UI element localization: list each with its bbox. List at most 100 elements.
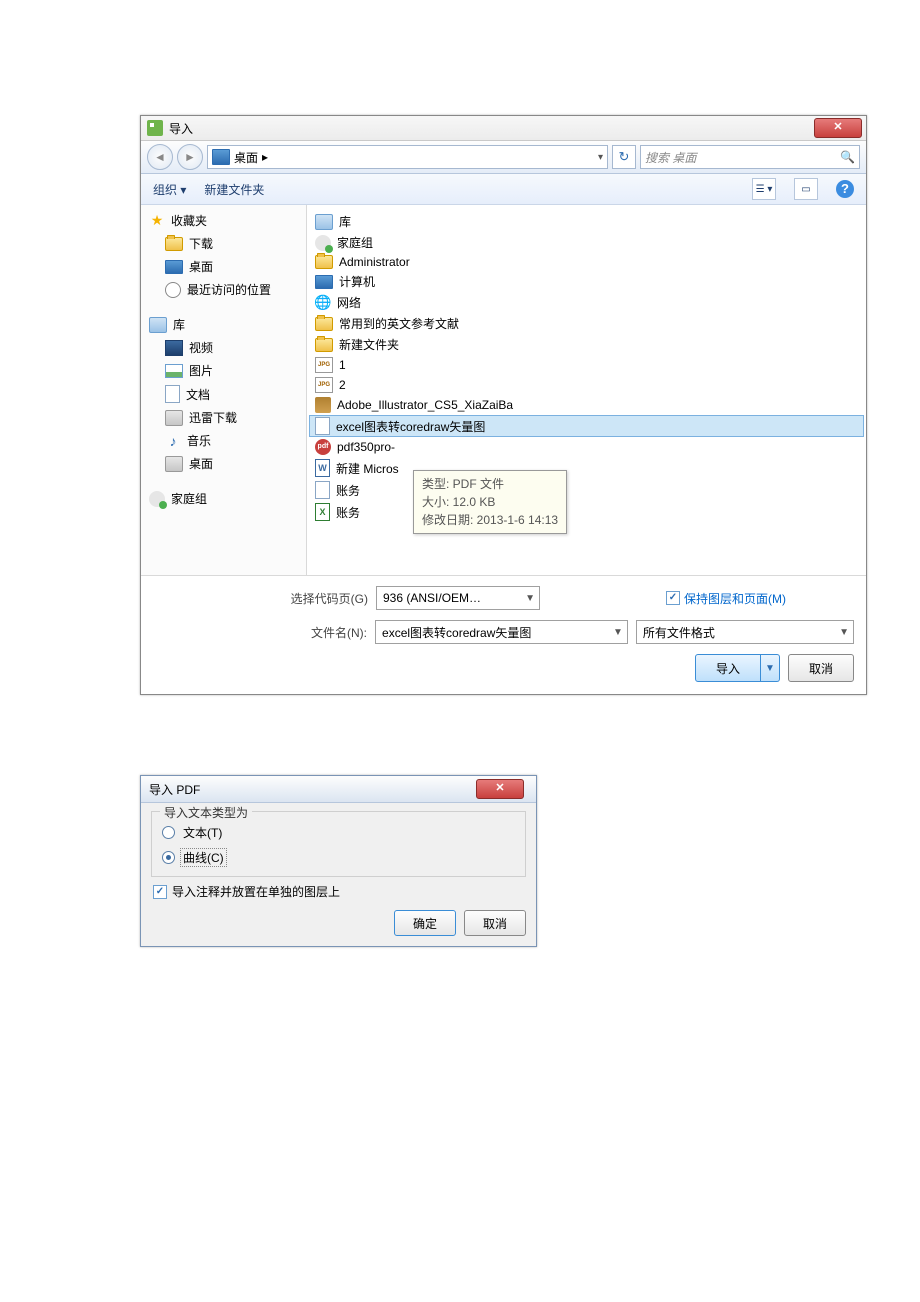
sidebar-item-downloads[interactable]: 下载 [141,232,306,255]
jpg-icon: JPG [315,377,333,393]
homegroup-icon [315,235,331,251]
app-icon [315,397,331,413]
chevron-down-icon: ▼ [613,627,623,638]
list-item[interactable]: W新建 Micros [309,457,864,479]
music-icon: ♪ [165,433,181,449]
sidebar-item-videos[interactable]: 视频 [141,336,306,359]
clock-icon [165,282,181,298]
breadcrumb[interactable]: 桌面 ▸ ▾ [207,145,608,169]
word-icon: W [315,459,330,477]
codepage-combo[interactable]: 936 (ANSI/OEM…▼ [376,586,540,610]
list-item[interactable]: 新建文件夹 [309,334,864,355]
list-item[interactable]: 库 [309,211,864,232]
titlebar[interactable]: 导入 PDF ✕ [141,776,536,803]
dialog-footer: 选择代码页(G) 936 (ANSI/OEM…▼ ✓保持图层和页面(M) 文件名… [141,575,866,694]
star-icon: ★ [149,213,165,229]
filter-combo[interactable]: 所有文件格式▼ [636,620,854,644]
nav-sidebar[interactable]: ★收藏夹 下载 桌面 最近访问的位置 库 视频 图片 文档 迅雷下载 ♪音乐 桌… [141,205,307,575]
pdf-icon [315,417,330,435]
image-icon [165,364,183,378]
sidebar-libraries[interactable]: 库 [141,313,306,336]
list-item[interactable]: pdfpdf350pro- [309,437,864,457]
location-icon [212,149,230,165]
dialog-title: 导入 PDF [149,781,476,798]
import-annotations-checkbox[interactable]: ✓ 导入注释并放置在单独的图层上 [153,883,524,900]
file-list[interactable]: 库 家庭组 Administrator 计算机 🌐网络 常用到的英文参考文献 新… [307,205,866,575]
disk-icon [165,456,183,472]
folder-icon [165,237,183,251]
import-pdf-dialog: 导入 PDF ✕ 导入文本类型为 文本(T) 曲线(C) ✓ 导入注释并放置在单… [140,775,537,947]
sidebar-item-pictures[interactable]: 图片 [141,359,306,382]
chevron-down-icon: ▼ [839,627,849,638]
titlebar[interactable]: 导入 ✕ [141,116,866,141]
close-button[interactable]: ✕ [476,779,524,799]
import-dialog: 导入 ✕ ◄ ► 桌面 ▸ ▾ ↻ 搜索 桌面 🔍 组织 ▾ 新建文件夹 ☰ ▾… [140,115,867,695]
filename-input[interactable]: excel图表转coredraw矢量图▼ [375,620,628,644]
keep-layers-checkbox[interactable]: ✓保持图层和页面(M) [666,590,786,607]
sidebar-favorites[interactable]: ★收藏夹 [141,209,306,232]
chevron-down-icon: ▼ [525,593,535,604]
list-item[interactable]: X账务 [309,501,864,523]
tooltip: 类型: PDF 文件 大小: 12.0 KB 修改日期: 2013-1-6 14… [413,470,567,534]
list-item-selected[interactable]: excel图表转coredraw矢量图 [309,415,864,437]
libraries-icon [315,214,333,230]
ok-button[interactable]: 确定 [394,910,456,936]
disk-icon [165,410,183,426]
dialog-title: 导入 [169,120,814,137]
toolbar: 组织 ▾ 新建文件夹 ☰ ▾ ▭ ? [141,174,866,205]
libraries-icon [149,317,167,333]
back-button[interactable]: ◄ [147,144,173,170]
search-icon: 🔍 [840,150,855,164]
sidebar-homegroup[interactable]: 家庭组 [141,487,306,510]
video-icon [165,340,183,356]
import-dropdown[interactable]: ▼ [761,654,780,682]
list-item[interactable]: Adobe_Illustrator_CS5_XiaZaiBa [309,395,864,415]
list-item[interactable]: JPG2 [309,375,864,395]
excel-icon: X [315,503,330,521]
import-button[interactable]: 导入 [695,654,761,682]
folder-icon [315,317,333,331]
radio-curve[interactable]: 曲线(C) [162,845,515,870]
app-icon [147,120,163,136]
preview-pane-button[interactable]: ▭ [794,178,818,200]
help-button[interactable]: ? [836,180,854,198]
jpg-icon: JPG [315,357,333,373]
sidebar-item-desktop2[interactable]: 桌面 [141,452,306,475]
list-item[interactable]: 家庭组 [309,232,864,253]
views-button[interactable]: ☰ ▾ [752,178,776,200]
list-item[interactable]: 计算机 [309,271,864,292]
sidebar-item-desktop[interactable]: 桌面 [141,255,306,278]
radio-icon [162,851,175,864]
new-folder-button[interactable]: 新建文件夹 [204,181,264,198]
codepage-label: 选择代码页(G) [153,590,368,607]
monitor-icon [165,260,183,274]
import-split-button[interactable]: 导入 ▼ [695,654,780,682]
sidebar-item-music[interactable]: ♪音乐 [141,429,306,452]
sidebar-item-recent[interactable]: 最近访问的位置 [141,278,306,301]
filename-label: 文件名(N): [153,624,367,641]
address-bar: ◄ ► 桌面 ▸ ▾ ↻ 搜索 桌面 🔍 [141,141,866,174]
forward-button[interactable]: ► [177,144,203,170]
radio-text[interactable]: 文本(T) [162,820,515,845]
radio-icon [162,826,175,839]
network-icon: 🌐 [315,295,331,311]
sidebar-item-xunlei[interactable]: 迅雷下载 [141,406,306,429]
sidebar-item-documents[interactable]: 文档 [141,382,306,406]
cancel-button[interactable]: 取消 [788,654,854,682]
cancel-button[interactable]: 取消 [464,910,526,936]
list-item[interactable]: 常用到的英文参考文献 [309,313,864,334]
checkbox-icon: ✓ [153,885,167,899]
breadcrumb-location: 桌面 [234,149,258,166]
doc-icon [165,385,180,403]
pdf-icon [315,481,330,499]
list-item[interactable]: Administrator [309,253,864,271]
computer-icon [315,275,333,289]
organize-button[interactable]: 组织 ▾ [153,181,186,198]
list-item[interactable]: 账务 [309,479,864,501]
checkbox-icon: ✓ [666,591,680,605]
close-button[interactable]: ✕ [814,118,862,138]
search-input[interactable]: 搜索 桌面 🔍 [640,145,860,169]
list-item[interactable]: JPG1 [309,355,864,375]
list-item[interactable]: 🌐网络 [309,292,864,313]
refresh-button[interactable]: ↻ [612,145,636,169]
